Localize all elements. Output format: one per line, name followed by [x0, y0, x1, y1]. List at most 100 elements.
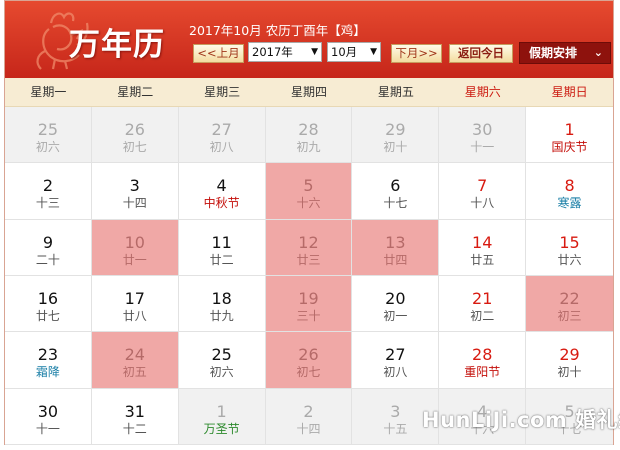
lunar-date-label: 初十 [557, 365, 582, 380]
month-select-value: 10月 [331, 45, 358, 59]
lunar-date-label: 初九 [296, 140, 321, 154]
day-cell[interactable]: 12 廿三 [265, 219, 353, 276]
day-number: 29 [559, 345, 580, 365]
day-cell[interactable]: 1 国庆节 [526, 107, 613, 164]
calendar-widget: 万年历 2017年10月 农历丁酉年【鸡】 <<上月 2017年 ▼ 10月 ▼… [4, 0, 620, 445]
day-cell[interactable]: 20 初一 [352, 276, 440, 333]
day-cell[interactable]: 27 初八 [178, 107, 266, 164]
day-number: 1 [216, 401, 227, 421]
day-cell[interactable]: 10 廿一 [91, 219, 179, 276]
day-cell[interactable]: 3 十四 [91, 163, 179, 220]
day-cell[interactable]: 26 初七 [91, 107, 179, 164]
day-cell[interactable]: 25 初六 [5, 107, 92, 164]
lunar-date-label: 中秋节 [203, 196, 240, 211]
current-month-title: 2017年10月 农历丁酉年【鸡】 [189, 23, 366, 38]
day-cell[interactable]: 15 廿六 [526, 219, 613, 276]
weekday-label: 星期三 [204, 85, 241, 99]
lunar-date-label: 国庆节 [551, 140, 588, 154]
day-cell[interactable]: 26 初七 [265, 332, 353, 389]
lunar-date-label: 廿二 [209, 252, 234, 267]
day-number: 28 [472, 345, 493, 365]
day-cell[interactable]: 8 寒露 [526, 163, 613, 220]
day-cell[interactable]: 17 廿八 [91, 276, 179, 333]
lunar-date-label: 初一 [383, 309, 408, 323]
day-cell[interactable]: 2 十四 [265, 388, 353, 445]
day-cell[interactable]: 24 初五 [91, 332, 179, 389]
weekday-label: 星期二 [117, 85, 154, 99]
day-cell[interactable]: 9 二十 [5, 219, 92, 276]
day-cell[interactable]: 27 初八 [352, 332, 440, 389]
triangle-down-icon: ▼ [311, 47, 318, 57]
day-cell[interactable]: 22 初三 [526, 276, 613, 333]
day-cell[interactable]: 28 初九 [265, 107, 353, 164]
day-cell[interactable]: 29 初十 [352, 107, 440, 164]
day-cell[interactable]: 2 十三 [5, 163, 92, 220]
lunar-date-label: 十三 [35, 196, 60, 211]
day-number: 20 [385, 289, 406, 308]
day-cell[interactable]: 25 初六 [178, 332, 266, 389]
calendar-grid: 25 初六 26 初七 27 初八 28 初九 29 初十 30 十一 1 国庆节 2 十三 3 十四 4 中秋节 5 十… [5, 107, 613, 445]
next-month-button[interactable]: 下月>> [391, 44, 442, 63]
weekday-label: 星期五 [377, 85, 414, 99]
lunar-date-label: 十四 [122, 196, 147, 211]
site-watermark: HunLiJi.com 婚礼纪 [422, 408, 620, 432]
day-cell[interactable]: 11 廿二 [178, 219, 266, 276]
holiday-schedule-label: 假期安排 [529, 46, 578, 60]
day-number: 28 [298, 120, 319, 139]
lunar-date-label: 十八 [470, 196, 495, 211]
day-number: 31 [124, 401, 145, 421]
day-cell[interactable]: 18 廿九 [178, 276, 266, 333]
lunar-date-label: 廿五 [470, 252, 495, 267]
day-cell[interactable]: 30 十一 [439, 107, 527, 164]
day-number: 3 [129, 176, 140, 196]
weekday-label: 星期日 [551, 85, 588, 99]
day-cell[interactable]: 19 三十 [265, 276, 353, 333]
lunar-date-label: 重阳节 [464, 365, 501, 380]
day-number: 23 [37, 345, 59, 365]
year-select[interactable]: 2017年 ▼ [248, 42, 322, 62]
day-number: 7 [477, 176, 488, 196]
day-cell[interactable]: 30 十一 [5, 388, 92, 445]
prev-month-button[interactable]: <<上月 [193, 44, 244, 63]
day-cell[interactable]: 5 十六 [265, 163, 353, 220]
weekday-header: 星期一 星期二 星期三 星期四 星期五 星期六 星期日 [5, 78, 613, 107]
lunar-date-label: 十二 [122, 421, 147, 436]
day-cell[interactable]: 23 霜降 [5, 332, 92, 389]
weekday-label: 星期六 [464, 85, 501, 99]
holiday-schedule-dropdown[interactable]: 假期安排 ⌄ [519, 42, 611, 64]
day-cell[interactable]: 1 万圣节 [178, 388, 266, 445]
day-cell[interactable]: 31 十二 [91, 388, 179, 445]
back-to-today-button[interactable]: 返回今日 [449, 44, 513, 63]
day-cell[interactable]: 16 廿七 [5, 276, 92, 333]
day-cell[interactable]: 28 重阳节 [439, 332, 527, 389]
triangle-down-icon: ▼ [370, 47, 377, 57]
lunar-date-label: 初十 [383, 140, 408, 154]
day-cell[interactable]: 29 初十 [526, 332, 613, 389]
day-number: 26 [124, 120, 145, 139]
lunar-date-label: 万圣节 [203, 421, 240, 436]
lunar-date-label: 廿七 [35, 309, 60, 323]
day-cell[interactable]: 4 中秋节 [178, 163, 266, 220]
lunar-date-label: 廿九 [209, 309, 234, 323]
day-cell[interactable]: 14 廿五 [439, 219, 527, 276]
day-number: 6 [390, 176, 401, 196]
day-number: 8 [564, 176, 575, 196]
lunar-date-label: 十一 [35, 421, 60, 436]
day-cell[interactable]: 6 十七 [352, 163, 440, 220]
lunar-date-label: 廿四 [383, 252, 408, 267]
lunar-date-label: 霜降 [35, 365, 60, 380]
day-cell[interactable]: 13 廿四 [352, 219, 440, 276]
month-select[interactable]: 10月 ▼ [327, 42, 381, 62]
day-number: 21 [472, 289, 493, 308]
day-cell[interactable]: 21 初二 [439, 276, 527, 333]
lunar-date-label: 初五 [122, 365, 147, 380]
day-cell[interactable]: 7 十八 [439, 163, 527, 220]
lunar-date-label: 初八 [209, 140, 234, 154]
lunar-date-label: 初七 [122, 140, 147, 154]
lunar-date-label: 十四 [296, 421, 321, 436]
lunar-date-label: 十六 [296, 196, 321, 211]
lunar-date-label: 十七 [383, 196, 408, 211]
day-number: 26 [298, 345, 319, 365]
day-number: 16 [37, 289, 59, 308]
day-number: 5 [303, 176, 314, 196]
